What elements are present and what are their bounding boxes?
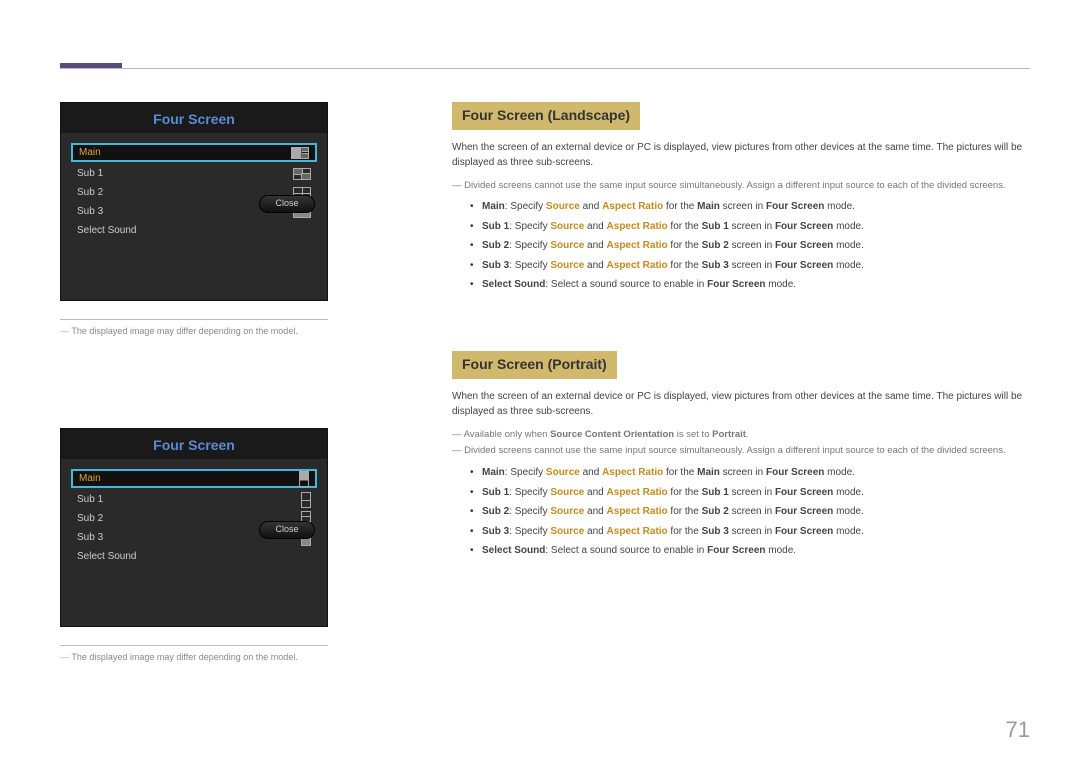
osd-menu-portrait: Four Screen Main Sub 1 Sub 2 Sub 3 [60, 428, 328, 627]
osd-row-selectsound[interactable]: Select Sound [71, 221, 317, 240]
layout-sound-icon [301, 549, 311, 565]
bullet-list-portrait: Main: Specify Source and Aspect Ratio fo… [470, 465, 1032, 559]
layout-main-icon [291, 147, 309, 159]
note-divided-screens: Divided screens cannot use the same inpu… [452, 179, 1032, 194]
section-portrait: Four Screen (Portrait) When the screen o… [452, 351, 1032, 559]
osd-menu-landscape: Four Screen Main Sub 1 Sub 2 Sub 3 Selec… [60, 102, 328, 301]
right-column: Four Screen (Landscape) When the screen … [452, 102, 1032, 563]
bullet-selectsound: Select Sound: Select a sound source to e… [470, 277, 1032, 293]
osd-row-main[interactable]: Main [71, 469, 317, 488]
osd-label: Sub 1 [77, 494, 301, 505]
note-orientation: Available only when Source Content Orien… [452, 428, 1032, 443]
image-disclaimer: The displayed image may differ depending… [60, 326, 340, 336]
close-button[interactable]: Close [259, 195, 315, 213]
bullet-main: Main: Specify Source and Aspect Ratio fo… [470, 199, 1032, 215]
caption-separator [60, 645, 328, 646]
header-rule [60, 68, 1030, 69]
left-column: Four Screen Main Sub 1 Sub 2 Sub 3 Selec… [60, 102, 340, 662]
image-disclaimer: The displayed image may differ depending… [60, 652, 340, 662]
osd-label: Main [79, 147, 291, 158]
close-button[interactable]: Close [259, 521, 315, 539]
layout-sub1-icon [293, 168, 311, 180]
note-divided-screens: Divided screens cannot use the same inpu… [452, 444, 1032, 459]
bullet-main: Main: Specify Source and Aspect Ratio fo… [470, 465, 1032, 481]
osd-row-main[interactable]: Main [71, 143, 317, 162]
bullet-sub2: Sub 2: Specify Source and Aspect Ratio f… [470, 238, 1032, 254]
caption-separator [60, 319, 328, 320]
page-number: 71 [1006, 717, 1030, 743]
osd-label: Sub 2 [77, 187, 293, 198]
osd-body: Main Sub 1 Sub 2 Sub 3 Select Sound [61, 133, 327, 240]
osd-label: Sub 1 [77, 168, 293, 179]
bullet-sub3: Sub 3: Specify Source and Aspect Ratio f… [470, 524, 1032, 540]
osd-title: Four Screen [61, 103, 327, 133]
bullet-sub1: Sub 1: Specify Source and Aspect Ratio f… [470, 485, 1032, 501]
bullet-sub2: Sub 2: Specify Source and Aspect Ratio f… [470, 504, 1032, 520]
bullet-sub1: Sub 1: Specify Source and Aspect Ratio f… [470, 219, 1032, 235]
heading-portrait: Four Screen (Portrait) [452, 351, 617, 379]
osd-row-selectsound[interactable]: Select Sound [71, 547, 317, 566]
osd-row-sub1[interactable]: Sub 1 [71, 490, 317, 509]
osd-label: Select Sound [77, 551, 301, 562]
osd-label: Main [79, 473, 299, 484]
osd-body: Main Sub 1 Sub 2 Sub 3 Select Sound [61, 459, 327, 566]
layout-main-icon [299, 471, 309, 487]
bullet-list-landscape: Main: Specify Source and Aspect Ratio fo… [470, 199, 1032, 293]
intro-portrait: When the screen of an external device or… [452, 389, 1032, 420]
osd-title: Four Screen [61, 429, 327, 459]
bullet-selectsound: Select Sound: Select a sound source to e… [470, 543, 1032, 559]
bullet-sub3: Sub 3: Specify Source and Aspect Ratio f… [470, 258, 1032, 274]
osd-label: Select Sound [77, 225, 311, 236]
layout-sub1-icon [301, 492, 311, 508]
heading-landscape: Four Screen (Landscape) [452, 102, 640, 130]
osd-row-sub1[interactable]: Sub 1 [71, 164, 317, 183]
left-block-portrait: Four Screen Main Sub 1 Sub 2 Sub 3 [60, 428, 340, 662]
intro-landscape: When the screen of an external device or… [452, 140, 1032, 171]
